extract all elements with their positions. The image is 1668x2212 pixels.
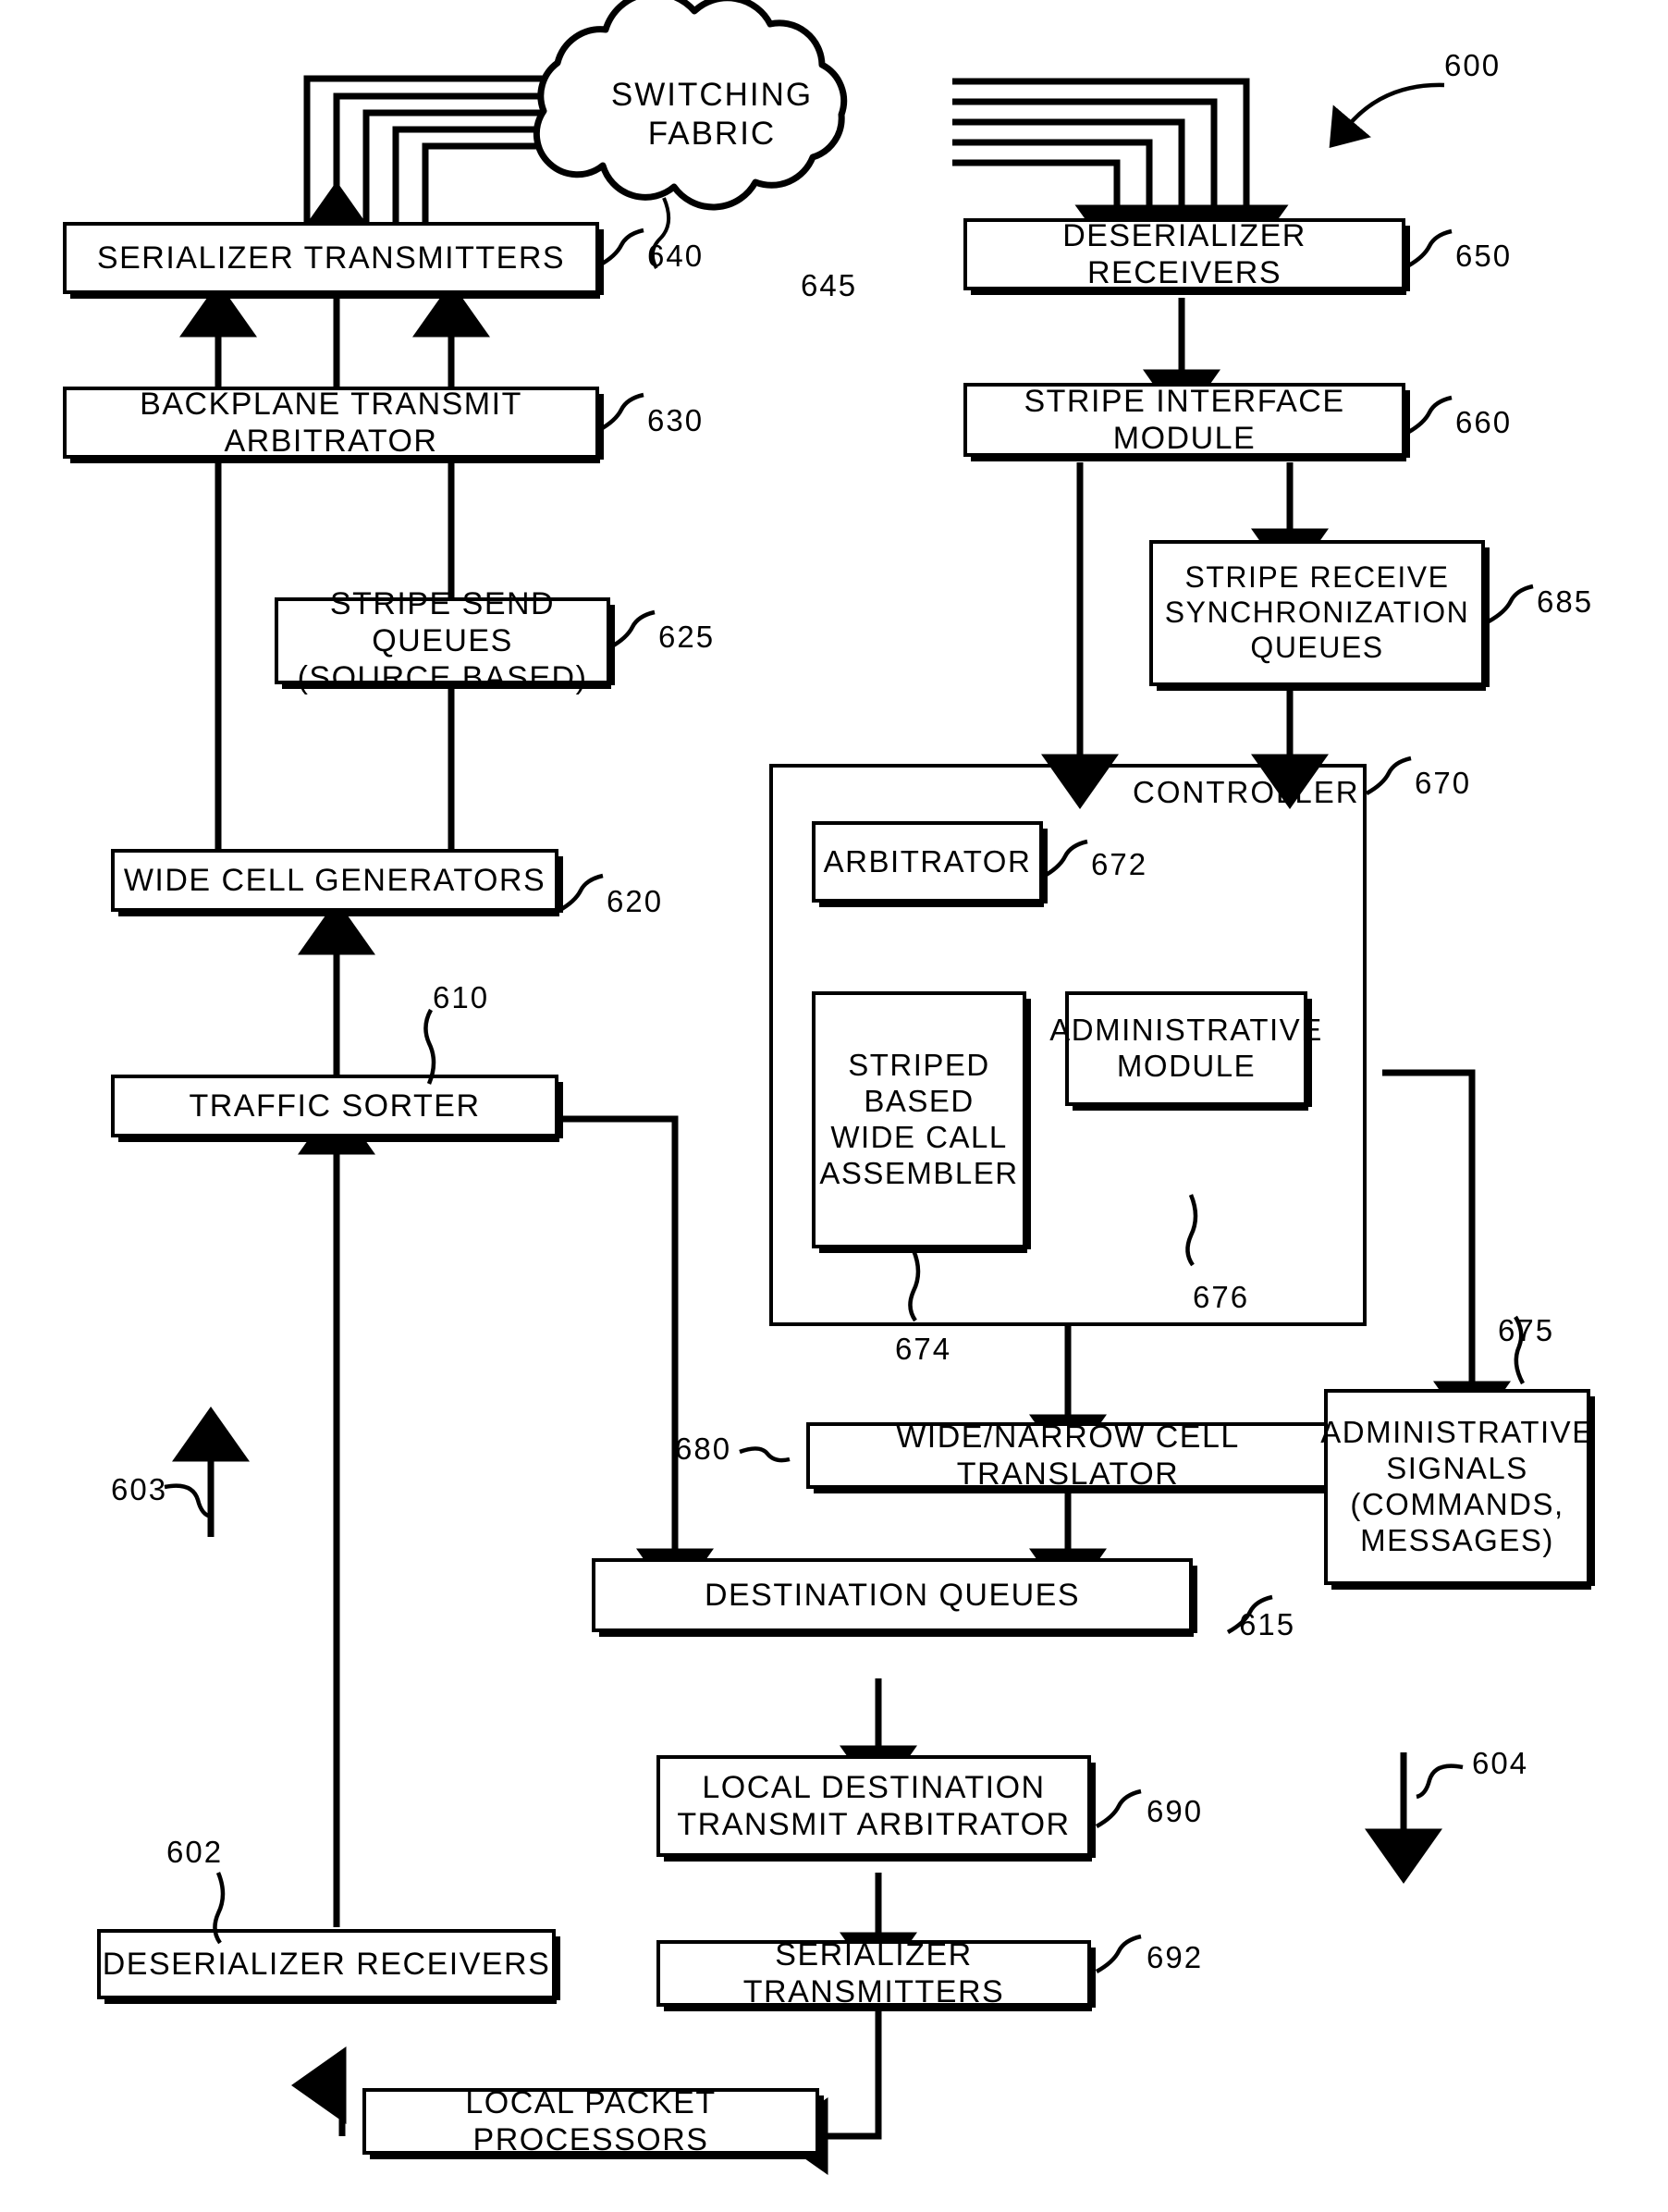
switching-fabric-line2: FABRIC <box>647 116 777 152</box>
destination-queues-box[interactable]: DESTINATION QUEUES <box>592 1558 1197 1637</box>
ref-676: 676 <box>1193 1280 1250 1314</box>
ref-615: 615 <box>1239 1607 1296 1641</box>
stripe-receive-sync-queues-label-line1: STRIPE RECEIVE <box>1184 560 1450 595</box>
stripe-interface-module-box[interactable]: STRIPE INTERFACE MODULE <box>963 383 1410 461</box>
administrative-module-label-line2: MODULE <box>1116 1049 1257 1083</box>
local-packet-processors-label: LOCAL PACKET PROCESSORS <box>465 2084 717 2157</box>
administrative-signals-label-line4: MESSAGES) <box>1360 1522 1554 1557</box>
deserializer-receivers-bottom-box[interactable]: DESERIALIZER RECEIVERS <box>97 1929 560 2004</box>
administrative-signals-box[interactable]: ADMINISTRATIVE SIGNALS (COMMANDS, MESSAG… <box>1320 1389 1595 1590</box>
ref-625: 625 <box>658 620 716 654</box>
destination-queues-label: DESTINATION QUEUES <box>704 1577 1081 1613</box>
serializer-transmitters-bottom-label: SERIALIZER TRANSMITTERS <box>742 1936 1005 2009</box>
wide-narrow-cell-translator-box[interactable]: WIDE/NARROW CELL TRANSLATOR <box>806 1419 1334 1493</box>
ref-610: 610 <box>433 980 490 1014</box>
stripe-receive-sync-queues-label-line2: SYNCHRONIZATION <box>1164 596 1470 630</box>
ref-604: 604 <box>1472 1746 1529 1780</box>
wide-call-assembler-label-line3: WIDE CALL <box>830 1120 1008 1154</box>
wide-call-assembler-label-line2: BASED <box>864 1084 975 1119</box>
ref-672: 672 <box>1091 847 1148 881</box>
administrative-module-label-line1: ADMINISTRATIVE <box>1049 1013 1323 1048</box>
deserializer-receivers-bottom-label: DESERIALIZER RECEIVERS <box>102 1946 551 1982</box>
stripe-receive-sync-queues-label-line3: QUEUES <box>1250 630 1384 664</box>
local-destination-transmit-arbitrator-line1: LOCAL DESTINATION <box>702 1769 1046 1805</box>
administrative-signals-label-line1: ADMINISTRATIVE <box>1320 1415 1594 1450</box>
ref-674: 674 <box>895 1332 952 1366</box>
backplane-transmit-arbitrator-label: BACKPLANE TRANSMIT ARBITRATOR <box>140 386 522 459</box>
serializer-transmitters-top-label: SERIALIZER TRANSMITTERS <box>96 240 566 276</box>
wide-cell-generators-box[interactable]: WIDE CELL GENERATORS <box>111 849 563 916</box>
ref-640: 640 <box>647 239 705 273</box>
ref-620: 620 <box>607 884 664 918</box>
stripe-send-queues-label-line1: STRIPE SEND QUEUES <box>329 585 556 658</box>
controller-label: CONTROLLER <box>1133 775 1360 809</box>
local-destination-transmit-arbitrator-box[interactable]: LOCAL DESTINATION TRANSMIT ARBITRATOR <box>656 1755 1096 1862</box>
ref-603: 603 <box>111 1472 168 1506</box>
traffic-sorter-box[interactable]: TRAFFIC SORTER <box>111 1075 563 1142</box>
administrative-signals-label-line3: (COMMANDS, <box>1350 1487 1564 1521</box>
local-destination-transmit-arbitrator-line2: TRANSMIT ARBITRATOR <box>677 1807 1071 1842</box>
administrative-signals-label-line2: SIGNALS <box>1386 1451 1528 1486</box>
traffic-sorter-label: TRAFFIC SORTER <box>189 1088 481 1124</box>
striped-based-wide-call-assembler-box[interactable]: STRIPED BASED WIDE CALL ASSEMBLER <box>812 991 1031 1253</box>
ref-670: 670 <box>1415 766 1472 800</box>
ref-630: 630 <box>647 403 705 437</box>
ref-660: 660 <box>1455 405 1513 439</box>
ref-600: 600 <box>1444 48 1502 82</box>
ref-690: 690 <box>1147 1794 1204 1828</box>
stripe-receive-sync-queues-box[interactable]: STRIPE RECEIVE SYNCHRONIZATION QUEUES <box>1149 540 1490 691</box>
wide-cell-generators-label: WIDE CELL GENERATORS <box>123 862 546 898</box>
backplane-transmit-arbitrator-box[interactable]: BACKPLANE TRANSMIT ARBITRATOR <box>63 386 604 463</box>
local-packet-processors-box[interactable]: LOCAL PACKET PROCESSORS <box>362 2085 824 2159</box>
wide-call-assembler-label-line1: STRIPED <box>848 1048 990 1083</box>
patent-figure-600: SWITCHING FABRIC SERIALIZER TRANSMITTERS… <box>0 0 1668 2212</box>
switching-fabric-label: SWITCHING FABRIC <box>573 76 851 154</box>
ref-650: 650 <box>1455 239 1513 273</box>
stripe-interface-module-label: STRIPE INTERFACE MODULE <box>1024 383 1345 456</box>
ref-680: 680 <box>675 1432 732 1466</box>
stripe-send-queues-label-line2: (SOURCE BASED) <box>297 660 588 696</box>
ref-692: 692 <box>1147 1940 1204 1974</box>
administrative-module-box[interactable]: ADMINISTRATIVE MODULE <box>1049 991 1321 1111</box>
ref-675: 675 <box>1498 1313 1555 1347</box>
ref-645: 645 <box>801 268 858 302</box>
switching-fabric-line1: SWITCHING <box>610 77 814 113</box>
stripe-send-queues-box[interactable]: STRIPE SEND QUEUES (SOURCE BASED) <box>275 586 615 695</box>
deserializer-receivers-top-label: DESERIALIZER RECEIVERS <box>1062 217 1306 290</box>
wide-narrow-cell-translator-label: WIDE/NARROW CELL TRANSLATOR <box>896 1419 1240 1492</box>
arbitrator-box[interactable]: ARBITRATOR <box>812 821 1048 907</box>
ref-685: 685 <box>1537 584 1594 619</box>
arbitrator-label: ARBITRATOR <box>823 843 1032 879</box>
wide-call-assembler-label-line4: ASSEMBLER <box>819 1155 1019 1190</box>
deserializer-receivers-top-box[interactable]: DESERIALIZER RECEIVERS <box>963 217 1410 295</box>
serializer-transmitters-bottom-box[interactable]: SERIALIZER TRANSMITTERS <box>656 1937 1096 2011</box>
ref-602: 602 <box>166 1835 224 1869</box>
serializer-transmitters-top-box[interactable]: SERIALIZER TRANSMITTERS <box>63 222 604 299</box>
